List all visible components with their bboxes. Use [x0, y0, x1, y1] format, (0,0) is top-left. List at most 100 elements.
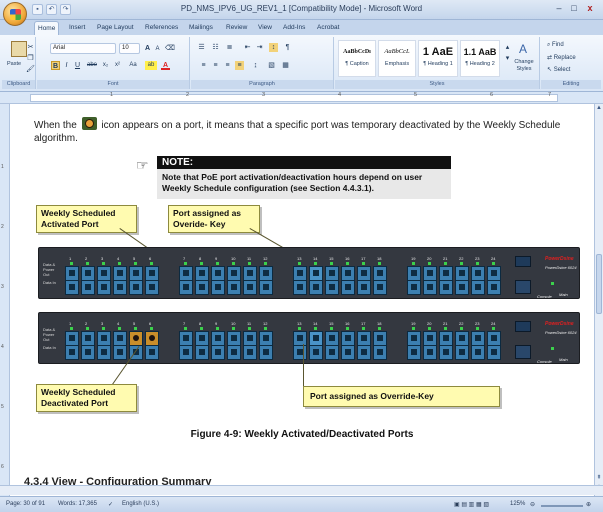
- copy-icon[interactable]: ❐: [26, 54, 35, 63]
- document-page[interactable]: When the icon appears on a port, it mean…: [10, 104, 594, 496]
- port-out: [373, 331, 387, 346]
- zoom-in-icon[interactable]: ⊕: [586, 501, 591, 508]
- sort-icon[interactable]: ↕: [269, 43, 278, 52]
- proofing-icon[interactable]: ✓: [108, 501, 113, 508]
- scroll-up-icon[interactable]: ▲: [595, 104, 603, 113]
- word-count[interactable]: Words: 17,365: [58, 501, 97, 507]
- superscript-button[interactable]: x²: [113, 61, 122, 70]
- maximize-button[interactable]: □: [567, 3, 581, 15]
- italic-button[interactable]: I: [62, 61, 71, 70]
- port-out: [65, 331, 79, 346]
- change-case-button[interactable]: Aa: [127, 61, 139, 70]
- grow-font-icon[interactable]: A: [143, 44, 152, 53]
- vruler-number: 3: [1, 284, 4, 290]
- borders-icon[interactable]: ▦: [281, 61, 290, 70]
- align-right-icon[interactable]: ≡: [223, 61, 232, 70]
- underline-button[interactable]: U: [73, 61, 82, 70]
- tab-mailings[interactable]: Mailings: [186, 21, 216, 35]
- tab-references[interactable]: References: [142, 21, 181, 35]
- paste-button[interactable]: Paste: [7, 61, 21, 67]
- vertical-ruler[interactable]: 1 2 3 4 5 6: [0, 104, 10, 496]
- change-styles-button[interactable]: Change Styles: [511, 59, 537, 73]
- multilevel-list-icon[interactable]: ≣: [225, 43, 234, 52]
- increase-indent-icon[interactable]: ⇥: [255, 43, 264, 52]
- port-in: [309, 345, 323, 360]
- font-color-button[interactable]: A: [161, 61, 170, 70]
- minimize-button[interactable]: –: [552, 3, 566, 15]
- change-styles-icon[interactable]: A: [515, 41, 531, 57]
- scroll-thumb[interactable]: [596, 254, 602, 314]
- tab-insert[interactable]: Insert: [66, 21, 88, 35]
- save-icon[interactable]: ▪: [32, 4, 43, 15]
- language[interactable]: English (U.S.): [122, 501, 159, 507]
- styles-scroll-up-icon[interactable]: ▴: [503, 43, 512, 52]
- redo-icon[interactable]: ↷: [60, 4, 71, 15]
- port-led: [216, 262, 219, 265]
- justify-icon[interactable]: ≡: [235, 61, 244, 70]
- port-out: [325, 331, 339, 346]
- port-led: [346, 327, 349, 330]
- page-count[interactable]: Page: 30 of 91: [6, 501, 45, 507]
- style-heading-1[interactable]: 1 AaE ¶ Heading 1: [418, 40, 458, 77]
- brand-logo: PowerDsine: [545, 256, 574, 262]
- view-buttons[interactable]: ▣ ▤ ▥ ▦ ▧: [454, 501, 489, 508]
- port-in: [407, 280, 421, 295]
- port-out: [471, 331, 485, 346]
- zoom-out-icon[interactable]: ⊖: [530, 501, 535, 508]
- tab-page-layout[interactable]: Page Layout: [94, 21, 137, 35]
- port-out: [211, 266, 225, 281]
- highlight-button[interactable]: ab: [145, 61, 157, 70]
- horizontal-ruler[interactable]: 1 2 3 4 5 6 7: [0, 92, 603, 104]
- port-led: [264, 262, 267, 265]
- strikethrough-button[interactable]: abe: [85, 61, 99, 70]
- switch-label-out: Data & Power Out: [43, 327, 56, 342]
- port-led: [118, 327, 121, 330]
- zoom-level[interactable]: 125%: [510, 501, 525, 507]
- format-painter-icon[interactable]: 🖌: [26, 65, 35, 74]
- vertical-scrollbar[interactable]: ▲ ⇞ ⇟: [594, 104, 603, 496]
- zoom-slider[interactable]: [541, 505, 583, 507]
- align-left-icon[interactable]: ≡: [199, 61, 208, 70]
- bullets-icon[interactable]: ☰: [197, 43, 206, 52]
- port-number: 15: [329, 321, 334, 326]
- clear-format-icon[interactable]: ⌫: [165, 44, 175, 53]
- tab-acrobat[interactable]: Acrobat: [314, 21, 342, 35]
- cut-icon[interactable]: ✂: [26, 43, 35, 52]
- align-center-icon[interactable]: ≡: [211, 61, 220, 70]
- tab-home[interactable]: Home: [34, 21, 60, 35]
- replace-button[interactable]: ⇄ Replace: [547, 54, 576, 61]
- paste-icon[interactable]: [11, 41, 27, 57]
- tab-add-ins[interactable]: Add-Ins: [280, 21, 308, 35]
- style-caption[interactable]: AaBbCcDı ¶ Caption: [338, 40, 376, 77]
- close-button[interactable]: x: [583, 3, 597, 15]
- undo-icon[interactable]: ↶: [46, 4, 57, 15]
- shrink-font-icon[interactable]: A: [153, 45, 162, 54]
- tab-review[interactable]: Review: [223, 21, 250, 35]
- port-out: [179, 266, 193, 281]
- port-in: [293, 345, 307, 360]
- font-name-select[interactable]: Arial: [50, 43, 116, 54]
- port-out: [423, 331, 437, 346]
- shading-icon[interactable]: ▧: [267, 61, 276, 70]
- line-spacing-icon[interactable]: ↨: [251, 61, 260, 70]
- bold-button[interactable]: B: [51, 61, 60, 70]
- subscript-button[interactable]: x₂: [101, 61, 110, 70]
- port-number: 11: [247, 256, 252, 261]
- numbering-icon[interactable]: ☷: [211, 43, 220, 52]
- office-button[interactable]: [3, 2, 27, 26]
- select-button[interactable]: ↖ Select: [547, 66, 570, 73]
- style-heading-2[interactable]: 1.1 AaB ¶ Heading 2: [460, 40, 500, 77]
- console-label: Console: [537, 359, 552, 364]
- font-size-select[interactable]: 10: [119, 43, 140, 54]
- port-out: [293, 331, 307, 346]
- horizontal-scrollbar[interactable]: [0, 485, 603, 495]
- prev-page-icon[interactable]: ⇞: [595, 474, 603, 483]
- tab-view[interactable]: View: [255, 21, 275, 35]
- port-in: [113, 280, 127, 295]
- show-marks-icon[interactable]: ¶: [283, 43, 292, 52]
- note-title: NOTE:: [157, 156, 451, 169]
- style-emphasis[interactable]: AaBbCcL Emphasis: [378, 40, 416, 77]
- console-port-bottom: [515, 321, 531, 332]
- find-button[interactable]: ⌕ Find: [547, 42, 564, 49]
- decrease-indent-icon[interactable]: ⇤: [243, 43, 252, 52]
